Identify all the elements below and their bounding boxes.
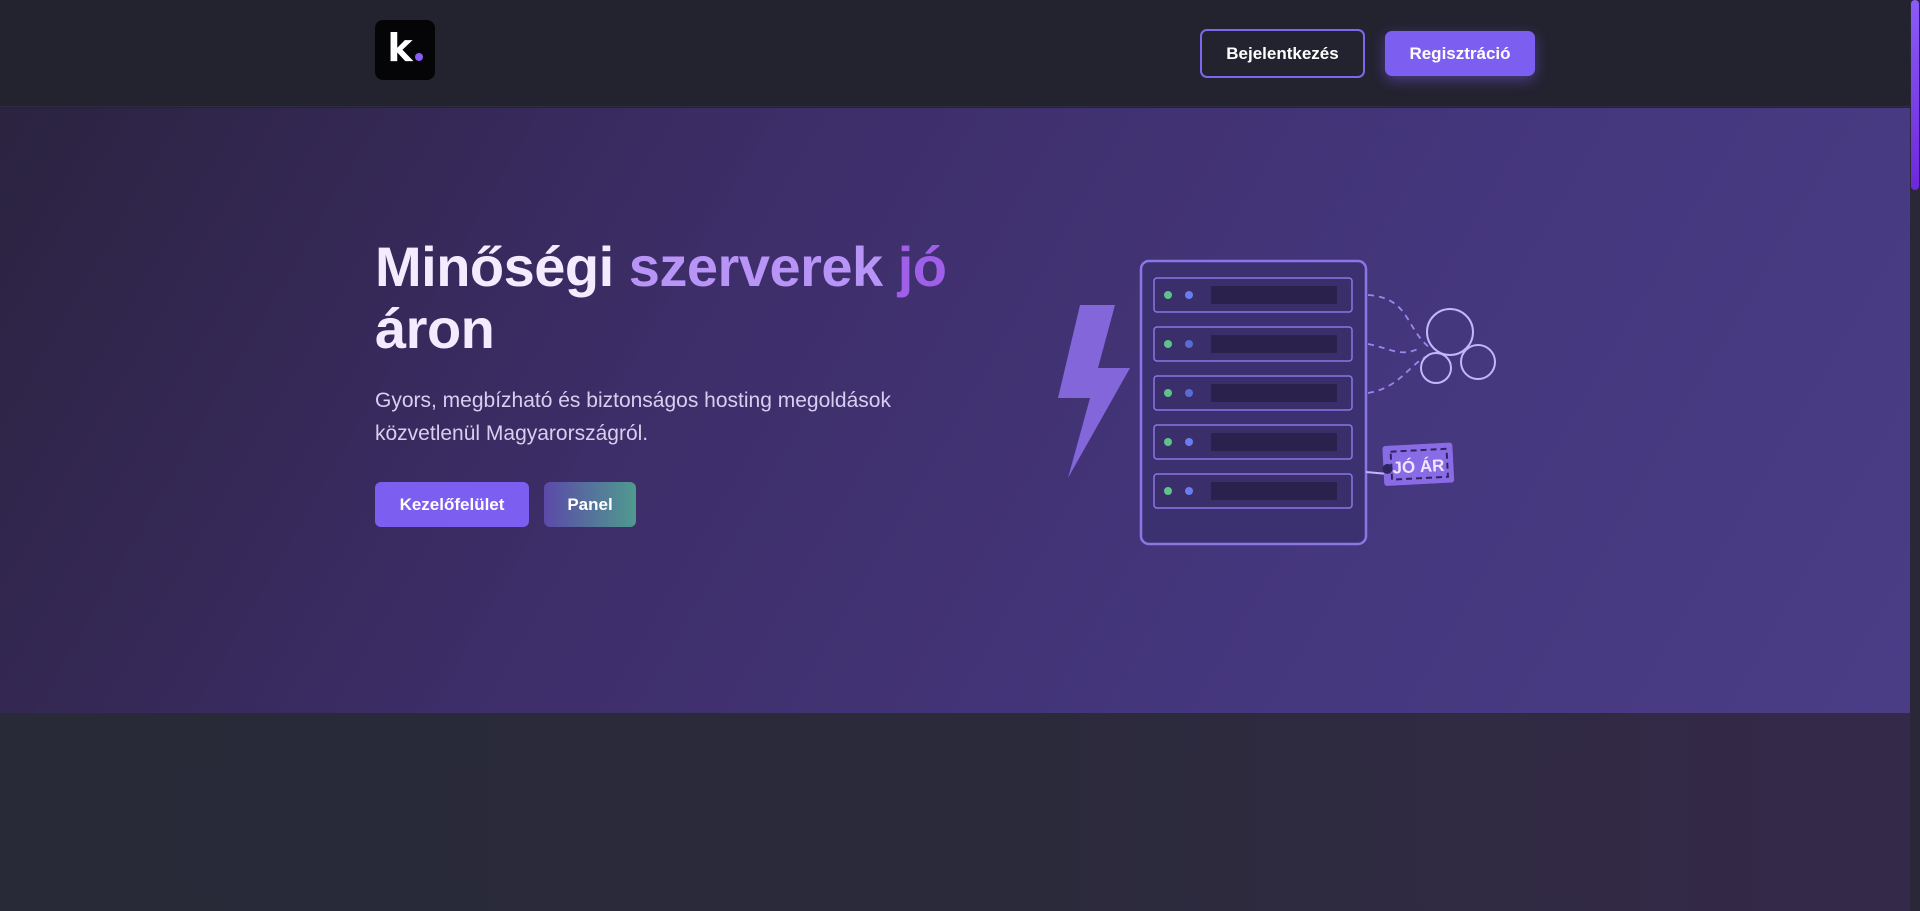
network-node <box>1460 344 1496 380</box>
server-illustration: JÓ ÁR <box>1058 259 1496 546</box>
panel-button[interactable]: Panel <box>544 482 636 527</box>
page: k Bejelentkezés Regisztráció Minőségi sz… <box>0 0 1920 911</box>
lower-section <box>0 713 1910 911</box>
hero-title: Minőségi szerverek jó áron <box>375 236 975 360</box>
hero-title-part2: áron <box>375 297 495 360</box>
hero-title-part1: Minőségi <box>375 235 629 298</box>
logo-dot <box>414 53 423 61</box>
lightning-icon <box>1058 305 1130 478</box>
network-node <box>1420 352 1452 384</box>
login-button[interactable]: Bejelentkezés <box>1200 29 1365 78</box>
connection-line <box>1367 355 1429 394</box>
server-unit <box>1153 277 1353 313</box>
top-navbar: k Bejelentkezés Regisztráció <box>0 0 1910 107</box>
server-unit <box>1153 424 1353 460</box>
server-unit <box>1153 326 1353 362</box>
scrollbar-thumb[interactable] <box>1911 0 1919 190</box>
logo-letter: k <box>387 26 413 70</box>
server-unit <box>1153 375 1353 411</box>
connection-line <box>1367 294 1431 349</box>
hero-section: Minőségi szerverek jó áron Gyors, megbízh… <box>0 108 1910 713</box>
logo[interactable]: k <box>375 20 435 80</box>
hero-subtitle: Gyors, megbízható és biztonságos hosting… <box>375 389 891 445</box>
price-tag: JÓ ÁR <box>1382 442 1455 486</box>
hero-title-highlight: szerverek <box>628 235 898 298</box>
network-node <box>1426 308 1474 356</box>
hero-title-highlight-2: jó <box>897 235 947 298</box>
server-unit <box>1153 473 1353 509</box>
dashboard-button[interactable]: Kezelőfelület <box>375 482 529 527</box>
connection-line <box>1367 343 1421 354</box>
register-button[interactable]: Regisztráció <box>1385 31 1535 76</box>
price-tag-text: JÓ ÁR <box>1392 456 1445 478</box>
